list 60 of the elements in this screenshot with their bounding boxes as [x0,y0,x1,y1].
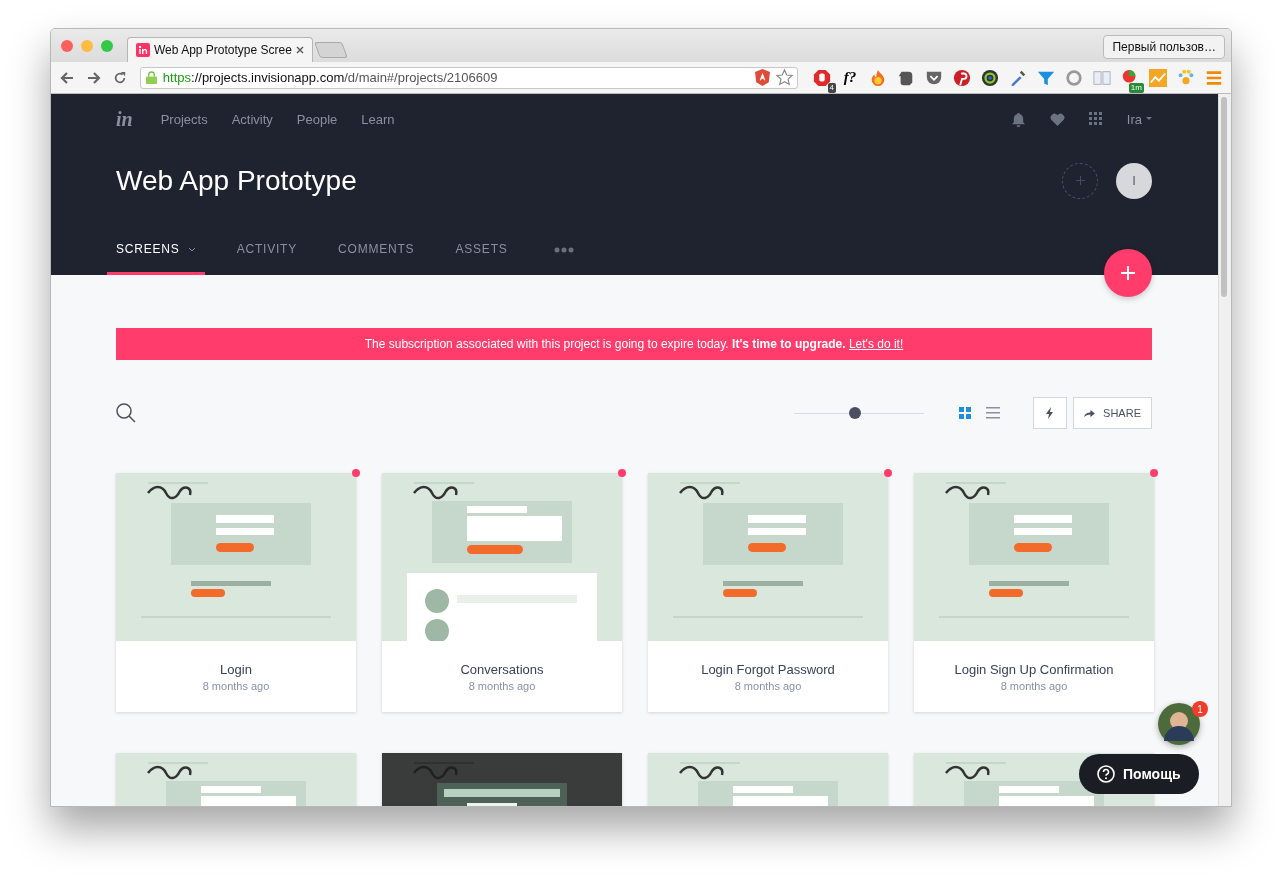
extension-icon[interactable] [981,68,999,87]
zoom-window-button[interactable] [101,39,113,52]
grid-view-icon[interactable] [958,406,973,420]
screen-time: 8 months ago [468,679,536,692]
help-button[interactable]: Помощь [1079,754,1199,794]
logo[interactable]: in [116,107,133,131]
caret-icon[interactable] [1146,117,1152,121]
more-icon[interactable] [553,247,574,253]
new-tab-button[interactable] [313,42,348,58]
close-window-button[interactable] [61,39,73,52]
extension-icon[interactable] [953,68,971,87]
address-field[interactable]: https://projects.invisionapp.com/d/main#/projects/2106609 [139,66,798,89]
share-button[interactable]: SHARE [1073,397,1152,429]
nav-link[interactable]: People [296,111,338,127]
notifications-icon[interactable] [1010,111,1026,127]
reload-icon[interactable] [112,70,127,85]
extension-badge: 1m [1128,82,1144,93]
screen-time: 8 months ago [202,679,270,692]
project-tab[interactable]: ASSETS [446,242,517,275]
lightning-icon[interactable] [1046,407,1055,419]
menu-icon[interactable] [1205,68,1223,87]
close-tab-icon[interactable] [295,46,304,54]
profile-button[interactable]: Первый пользов… [1103,34,1225,59]
forward-icon[interactable] [85,69,102,86]
nav-link[interactable]: Projects [160,111,208,127]
extension-label[interactable]: f? [843,69,857,86]
plus-icon[interactable] [1075,176,1085,185]
project-tab[interactable]: ACTIVITY [227,242,307,275]
apps-grid-icon[interactable] [1088,112,1103,126]
screen-time: 8 months ago [1000,679,1068,692]
screen-time: 8 months ago [734,679,802,692]
project-title: Web App Prototype [116,164,357,197]
caret-icon[interactable] [187,246,196,252]
extension-icon[interactable] [1009,68,1027,87]
nav-link[interactable]: Activity [231,111,273,127]
screen-title: Conversations [460,661,544,677]
screen-title: Login [220,661,252,677]
star-icon[interactable] [776,69,793,86]
browser-tab[interactable]: Web App Prototype Scree [127,37,313,62]
screen-title: Login Sign Up Confirmation [954,661,1114,677]
screen-title: Login Forgot Password [701,661,835,677]
share-icon[interactable] [1084,408,1096,418]
user-avatar[interactable]: I [1116,162,1152,199]
search-icon[interactable] [116,403,136,423]
notification-badge: 1 [1192,701,1208,717]
help-icon[interactable] [1097,765,1115,783]
user-menu[interactable]: Ira [1126,111,1152,127]
shield-icon[interactable] [755,69,770,86]
list-view-icon[interactable] [986,406,1001,420]
nav-link[interactable]: Learn [361,111,395,127]
extension-badge: 4 [827,82,836,93]
banner-text: The subscription associated with this project is going to expire today. It's time to upgrade. Let's do it! [364,337,904,351]
project-tab[interactable]: COMMENTS [329,242,424,275]
chat-avatar[interactable] [1158,703,1200,745]
extension-icon[interactable] [813,68,831,87]
lock-icon [145,71,157,84]
app-logo-icon [136,43,150,57]
add-screen-button[interactable] [1104,249,1152,297]
project-tab[interactable]: SCREENS [107,242,205,275]
heart-icon[interactable] [1049,112,1065,126]
